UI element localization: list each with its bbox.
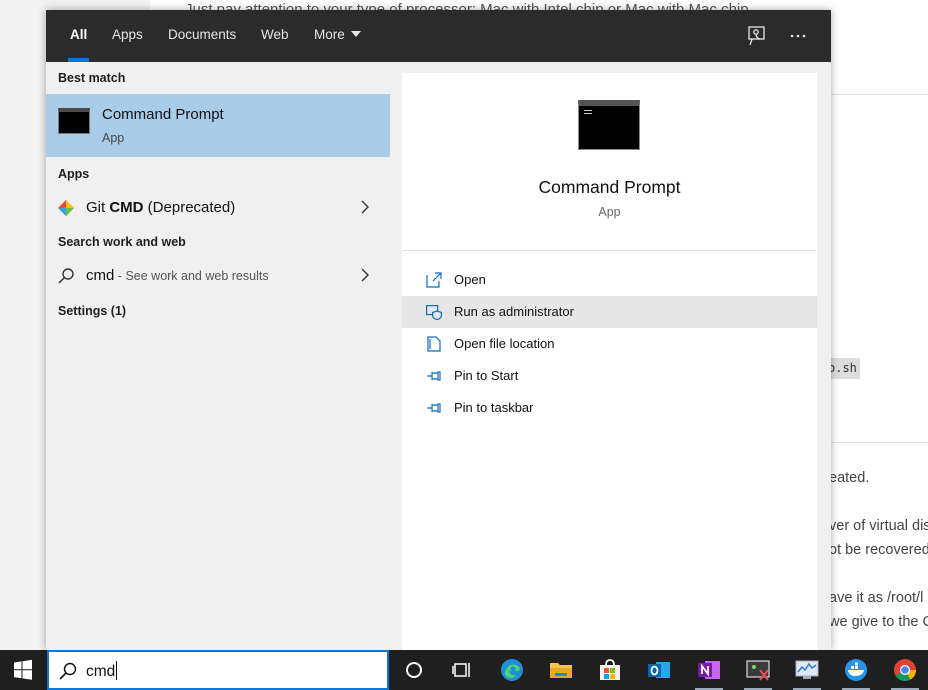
action-pin-to-start[interactable]: Pin to Start bbox=[402, 360, 817, 392]
search-icon bbox=[57, 267, 75, 285]
edge-button[interactable] bbox=[488, 650, 536, 690]
edge-icon bbox=[501, 659, 523, 681]
search-work-web-heading: Search work and web bbox=[58, 235, 186, 249]
apps-heading: Apps bbox=[58, 167, 90, 181]
action-run-as-administrator[interactable]: Run as administrator bbox=[402, 296, 817, 328]
command-prompt-large-icon bbox=[578, 100, 640, 150]
background-text-line: ver of virtual dis bbox=[829, 518, 928, 534]
onenote-button[interactable] bbox=[685, 650, 733, 690]
best-match-title: Command Prompt bbox=[102, 106, 224, 123]
action-pin-to-taskbar[interactable]: Pin to taskbar bbox=[402, 392, 817, 424]
result-label-suffix: (Deprecated) bbox=[143, 199, 236, 216]
result-label-match: CMD bbox=[109, 199, 144, 216]
snipping-tool-button[interactable] bbox=[734, 650, 782, 690]
result-git-cmd-label: Git CMD (Deprecated) bbox=[86, 199, 235, 216]
snipping-tool-icon bbox=[746, 660, 770, 681]
git-icon bbox=[57, 199, 75, 217]
command-prompt-icon bbox=[58, 108, 90, 134]
search-tab-bar: All Apps Documents Web More bbox=[46, 10, 831, 62]
best-match-heading: Best match bbox=[58, 71, 126, 85]
task-view-icon bbox=[452, 663, 470, 677]
action-open[interactable]: Open bbox=[402, 264, 817, 296]
chevron-right-icon[interactable] bbox=[358, 268, 372, 282]
preview-divider bbox=[402, 250, 817, 251]
search-input[interactable]: cmd bbox=[86, 661, 118, 681]
action-run-as-administrator-label: Run as administrator bbox=[454, 304, 574, 319]
background-text-line: ot be recovered bbox=[829, 542, 928, 558]
text-cursor bbox=[116, 661, 118, 680]
action-pin-to-taskbar-label: Pin to taskbar bbox=[454, 400, 534, 415]
result-label-prefix: Git bbox=[86, 199, 110, 216]
taskbar-search-box[interactable]: cmd bbox=[47, 650, 389, 690]
store-button[interactable] bbox=[586, 650, 634, 690]
onenote-icon bbox=[698, 661, 720, 679]
pin-icon bbox=[426, 400, 442, 416]
cortana-button[interactable] bbox=[390, 650, 438, 690]
result-web-search-cmd[interactable]: cmd - See work and web results bbox=[46, 260, 390, 292]
action-open-file-location-label: Open file location bbox=[454, 336, 555, 351]
folder-icon bbox=[550, 663, 572, 678]
web-query-text: cmd bbox=[86, 267, 115, 284]
file-explorer-button[interactable] bbox=[537, 650, 585, 690]
start-button[interactable] bbox=[0, 650, 46, 690]
chevron-right-icon[interactable] bbox=[358, 200, 372, 214]
task-view-button[interactable] bbox=[438, 650, 486, 690]
result-preview-pane: Command Prompt App Open Run as administr… bbox=[402, 73, 817, 650]
docker-button[interactable] bbox=[832, 650, 880, 690]
resource-monitor-icon bbox=[795, 660, 819, 679]
best-match-subtitle: App bbox=[102, 131, 125, 145]
action-open-label: Open bbox=[454, 272, 486, 287]
windows-logo-icon bbox=[14, 659, 32, 680]
settings-heading[interactable]: Settings (1) bbox=[58, 304, 126, 318]
open-icon bbox=[426, 272, 442, 288]
background-divider bbox=[830, 94, 928, 95]
preview-subtitle: App bbox=[598, 205, 621, 219]
file-location-icon bbox=[426, 336, 442, 352]
action-open-file-location[interactable]: Open file location bbox=[402, 328, 817, 360]
action-pin-to-start-label: Pin to Start bbox=[454, 368, 519, 383]
background-text-line: we give to the C bbox=[829, 614, 928, 630]
preview-title: Command Prompt bbox=[538, 177, 681, 197]
caret-down-icon bbox=[350, 31, 361, 38]
outlook-icon bbox=[648, 662, 670, 678]
feedback-icon[interactable] bbox=[745, 24, 769, 48]
pin-icon bbox=[426, 368, 442, 384]
tab-more[interactable]: More bbox=[314, 10, 361, 62]
background-divider bbox=[830, 442, 928, 443]
search-results-list: Best match Command Prompt App Apps Git C… bbox=[46, 62, 390, 650]
tab-apps[interactable]: Apps bbox=[112, 10, 143, 62]
store-icon bbox=[600, 659, 620, 680]
background-code-fragment: o.sh bbox=[826, 358, 860, 379]
result-web-search-label: cmd - See work and web results bbox=[86, 267, 269, 284]
search-menu: All Apps Documents Web More Best match C… bbox=[46, 10, 831, 650]
result-git-cmd[interactable]: Git CMD (Deprecated) bbox=[46, 192, 390, 224]
resource-monitor-button[interactable] bbox=[783, 650, 831, 690]
shield-admin-icon bbox=[426, 304, 442, 321]
search-icon bbox=[58, 661, 78, 681]
tab-web[interactable]: Web bbox=[261, 10, 289, 62]
background-text-line: ave it as /root/l bbox=[829, 590, 924, 606]
tab-documents[interactable]: Documents bbox=[168, 10, 236, 62]
tab-more-label: More bbox=[314, 27, 345, 42]
docker-icon bbox=[845, 659, 867, 681]
ellipsis-icon[interactable] bbox=[786, 24, 810, 48]
best-match-command-prompt[interactable]: Command Prompt App bbox=[46, 94, 390, 157]
cortana-icon bbox=[406, 662, 422, 678]
web-hint-text: - See work and web results bbox=[114, 269, 269, 283]
chrome-icon bbox=[894, 659, 916, 681]
search-input-value: cmd bbox=[86, 663, 116, 680]
outlook-button[interactable] bbox=[635, 650, 683, 690]
taskbar: cmd bbox=[0, 650, 928, 690]
background-text-line: eated. bbox=[829, 470, 870, 486]
tab-all[interactable]: All bbox=[67, 10, 90, 62]
chrome-button[interactable] bbox=[881, 650, 928, 690]
